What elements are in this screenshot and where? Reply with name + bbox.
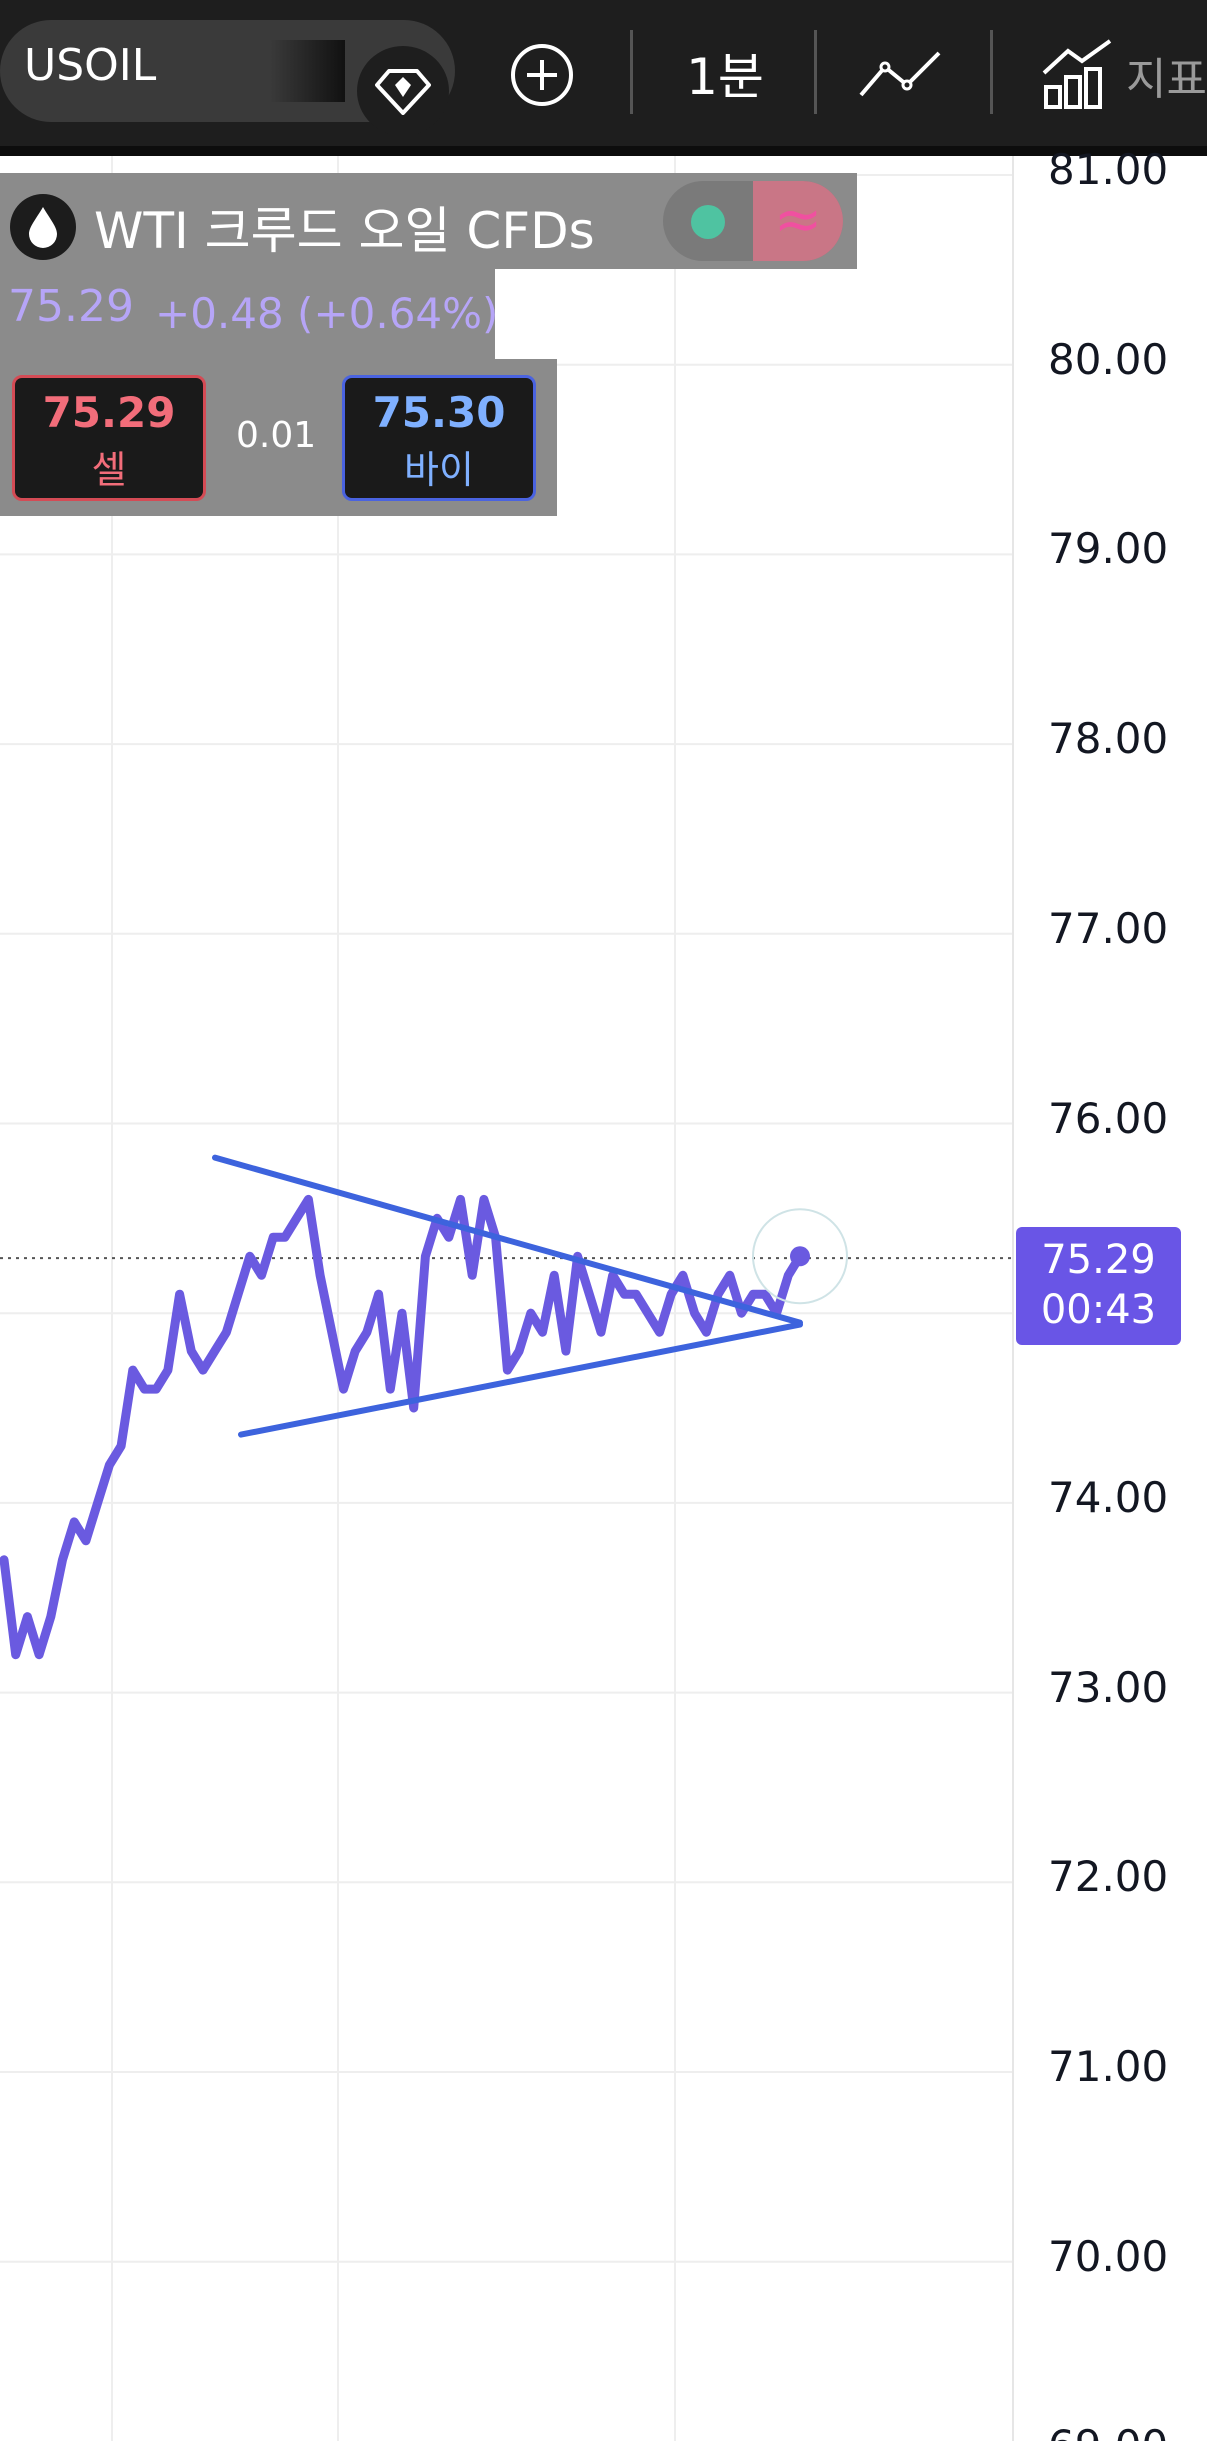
legend-change: +0.48 (+0.64%) xyxy=(155,289,499,338)
toolbar-divider xyxy=(630,30,633,114)
premium-button[interactable] xyxy=(357,46,449,136)
buy-button[interactable]: 75.30 바이 xyxy=(342,375,536,501)
price-tick-label: 74.00 xyxy=(1048,1472,1169,1522)
price-tick-label: 72.00 xyxy=(1048,1852,1169,1902)
price-tick-label: 71.00 xyxy=(1048,2042,1169,2091)
toolbar-shadow xyxy=(0,146,1207,156)
symbol-search-box[interactable]: USOIL xyxy=(0,20,455,136)
current-price-value: 75.29 xyxy=(1041,1237,1156,1283)
price-tick-label: 80.00 xyxy=(1048,334,1169,384)
price-tick-label: 78.00 xyxy=(1048,714,1169,764)
legend-last-price: 75.29 xyxy=(8,281,134,332)
top-toolbar: USOIL 1분 지표 xyxy=(0,0,1207,146)
compare-symbol-button[interactable] xyxy=(503,36,581,114)
price-tick-label: 70.00 xyxy=(1048,2231,1169,2281)
delayed-data-icon: ≈ xyxy=(753,181,843,261)
price-tick-label: 81.00 xyxy=(1048,145,1169,194)
toolbar-divider xyxy=(990,30,993,114)
interval-button[interactable]: 1분 xyxy=(660,28,790,118)
oil-drop-icon xyxy=(10,194,76,260)
buy-label: 바이 xyxy=(404,448,474,492)
price-tick-label: 73.00 xyxy=(1048,1662,1169,1712)
sell-button[interactable]: 75.29 셀 xyxy=(12,375,206,501)
price-tick-label: 76.00 xyxy=(1048,1093,1169,1143)
legend-symbol-name: WTI 크루드 오일 CFDs xyxy=(94,202,595,260)
legend-title-row[interactable]: WTI 크루드 오일 CFDs ≈ xyxy=(0,173,857,269)
upper-trendline xyxy=(212,1154,803,1326)
current-price-label: 75.29 00:43 xyxy=(1016,1227,1181,1345)
legend-price-row: 75.29 +0.48 (+0.64%) xyxy=(0,269,499,359)
sell-label: 셀 xyxy=(91,448,127,492)
market-open-dot-icon xyxy=(691,205,725,239)
indicators-button[interactable]: 지표 xyxy=(1040,30,1207,120)
toolbar-divider xyxy=(814,30,817,114)
indicators-icon xyxy=(1042,39,1112,109)
price-line-series xyxy=(0,1194,805,1660)
spread-value: 0.01 xyxy=(236,415,317,456)
price-tick-label: 79.00 xyxy=(1048,524,1169,574)
symbol-fade xyxy=(270,40,345,102)
diamond-icon xyxy=(375,69,431,115)
price-tick-label: 69.00 xyxy=(1048,2421,1168,2441)
sell-price: 75.29 xyxy=(42,388,176,437)
indicators-label: 지표 xyxy=(1126,54,1207,105)
bar-countdown: 00:43 xyxy=(1040,1287,1157,1333)
symbol-label: USOIL xyxy=(24,40,157,91)
chart-type-button[interactable] xyxy=(850,36,950,114)
trade-buttons-row: 75.29 셀 0.01 75.30 바이 xyxy=(0,359,557,516)
last-price-dot xyxy=(790,1246,810,1267)
line-chart-icon xyxy=(859,51,941,97)
market-status-pill[interactable]: ≈ xyxy=(663,181,843,261)
buy-price: 75.30 xyxy=(372,388,506,437)
plus-circle-icon xyxy=(511,44,573,106)
price-tick-label: 77.00 xyxy=(1048,903,1169,953)
